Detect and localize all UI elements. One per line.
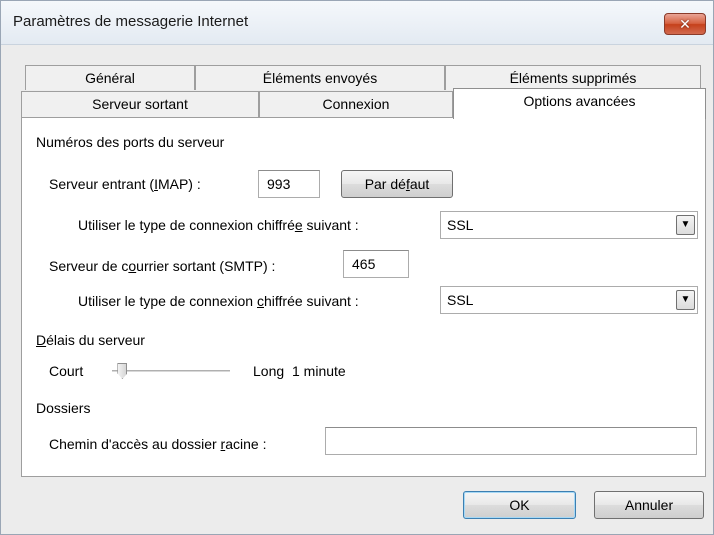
title-bar: Paramètres de messagerie Internet ✕ <box>1 1 713 45</box>
outgoing-encryption-label: Utiliser le type de connexion chiffrée s… <box>78 293 359 309</box>
advanced-options-panel: Numéros des ports du serveur Serveur ent… <box>21 117 706 477</box>
default-ports-button[interactable]: Par défaut <box>341 170 453 198</box>
timeout-value: 1 minute <box>292 363 346 379</box>
incoming-encryption-label: Utiliser le type de connexion chiffrée s… <box>78 217 359 233</box>
close-icon: ✕ <box>679 16 691 32</box>
window-title: Paramètres de messagerie Internet <box>13 13 249 30</box>
outgoing-server-label: Serveur de courrier sortant (SMTP) : <box>49 258 276 274</box>
ok-button[interactable]: OK <box>463 491 576 519</box>
outgoing-port-input[interactable]: 465 <box>343 250 409 278</box>
group-separator <box>36 410 696 411</box>
dialog-window: Paramètres de messagerie Internet ✕ Géné… <box>0 0 714 535</box>
close-button[interactable]: ✕ <box>664 13 706 35</box>
root-folder-input[interactable] <box>325 427 697 455</box>
incoming-encryption-select[interactable]: SSL ▼ <box>440 211 698 239</box>
tab-outgoing-server[interactable]: Serveur sortant <box>21 91 259 118</box>
tab-advanced-options[interactable]: Options avancées <box>453 88 706 119</box>
tab-connection[interactable]: Connexion <box>259 91 453 118</box>
chevron-down-icon[interactable]: ▼ <box>676 290 695 310</box>
timeout-slider-thumb[interactable] <box>117 363 128 379</box>
incoming-server-label: Serveur entrant (IMAP) : <box>49 176 201 192</box>
incoming-port-input[interactable]: 993 <box>258 170 320 198</box>
chevron-down-icon[interactable]: ▼ <box>676 215 695 235</box>
timeout-long-label: Long <box>253 363 285 379</box>
root-folder-label: Chemin d'accès au dossier racine : <box>49 436 267 452</box>
tab-deleted-items[interactable]: Éléments supprimés <box>445 65 701 90</box>
cancel-button[interactable]: Annuler <box>594 491 704 519</box>
tab-general[interactable]: Général <box>25 65 195 90</box>
outgoing-encryption-select[interactable]: SSL ▼ <box>440 286 698 314</box>
group-title-folders: Dossiers <box>36 400 97 416</box>
tab-sent-items[interactable]: Éléments envoyés <box>195 65 445 90</box>
group-title-server-ports: Numéros des ports du serveur <box>36 134 231 150</box>
group-title-server-timeouts: Délais du serveur <box>36 332 151 348</box>
timeout-slider-track[interactable] <box>112 370 230 373</box>
timeout-short-label: Court <box>49 363 84 379</box>
